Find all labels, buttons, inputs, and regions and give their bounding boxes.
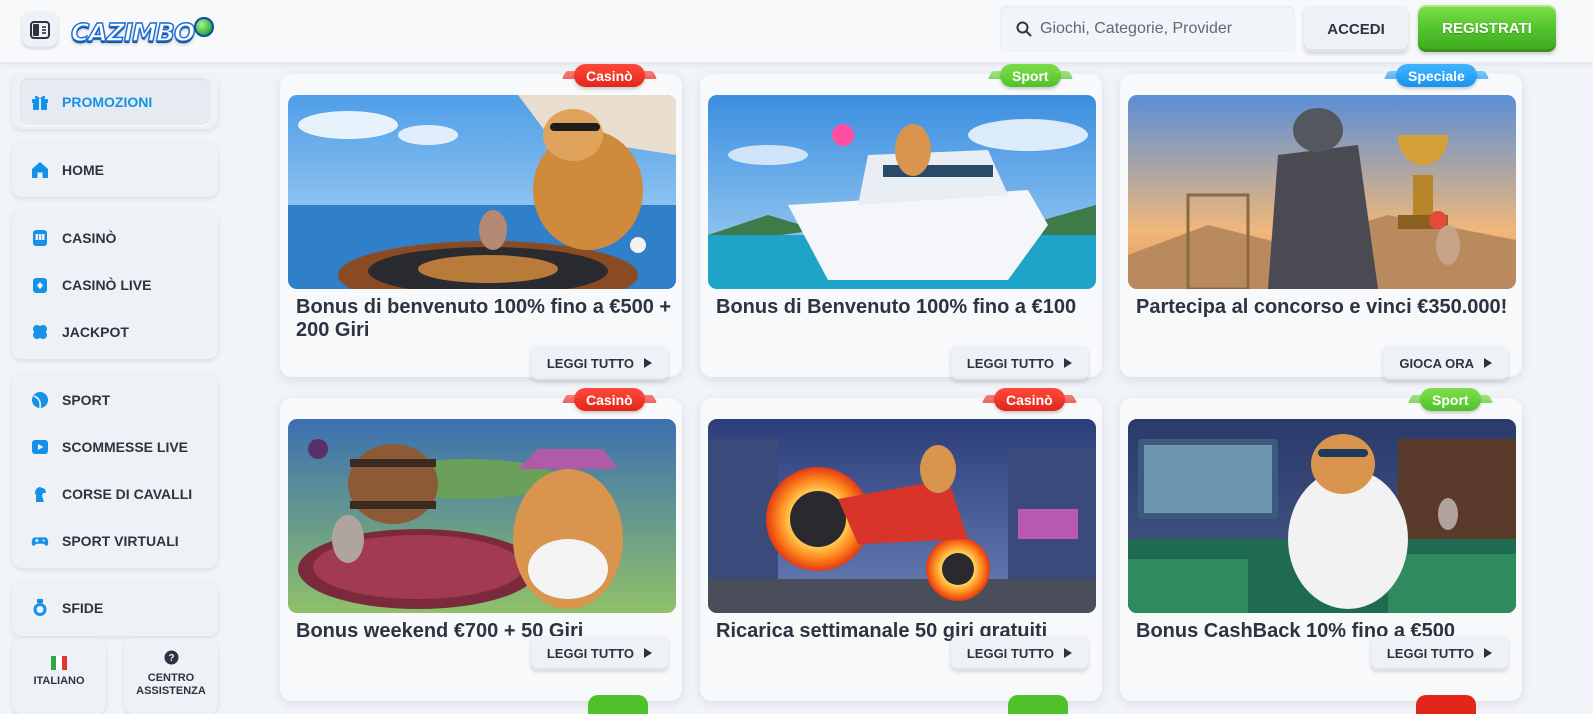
next-row-badge [588,695,648,714]
category-badge: Sport [1000,64,1061,87]
site-logo[interactable]: CAZIMBO [68,13,215,51]
button-label: LEGGI TUTTO [546,355,634,371]
svg-text:?: ? [168,653,174,664]
read-more-button[interactable]: LEGGI TUTTO [950,636,1088,670]
sidebar-group-sfide: SFIDE [12,580,218,636]
sidebar-item-sport[interactable]: SPORT [20,376,210,423]
promo-title: Partecipa al concorso e vinci €350.000! [1136,296,1508,318]
language-selector[interactable]: ITALIANO [12,638,106,714]
sidebar-toggle-icon [30,21,50,39]
search-icon [1016,21,1032,37]
promo-card[interactable]: Casinò Bonus di benvenuto 100% fino a €5… [280,64,682,380]
logo-text: CAZIMBO [68,16,197,49]
sidebar-toggle-button[interactable] [22,12,58,48]
play-arrow-icon [1064,358,1072,368]
button-label: LEGGI TUTTO [966,355,1054,371]
search-bar[interactable] [1000,6,1295,52]
live-casino-icon [30,275,50,295]
logo-ball-icon [194,17,215,37]
promo-image [708,95,1096,289]
sidebar-item-sfide[interactable]: SFIDE [20,584,210,631]
horse-icon [30,484,50,504]
medal-icon [30,598,50,618]
read-more-button[interactable]: LEGGI TUTTO [530,636,668,670]
play-arrow-icon [644,648,652,658]
read-more-button[interactable]: LEGGI TUTTO [950,346,1088,380]
sidebar-item-label: CASINÒ [62,229,117,246]
promo-image [288,419,676,613]
sidebar-group-home: HOME [12,142,218,197]
play-arrow-icon [1064,648,1072,658]
play-arrow-icon [1484,648,1492,658]
next-row-badge [1416,695,1476,714]
promo-image [708,419,1096,613]
sidebar-item-scommesse-live[interactable]: SCOMMESSE LIVE [20,423,210,470]
sidebar-item-label: SPORT VIRTUALI [62,532,179,549]
play-icon [30,437,50,457]
category-badge: Sport [1420,388,1481,411]
sidebar-item-label: SPORT [62,391,111,408]
promo-card[interactable]: Casinò Ricarica settimanale 50 giri grat… [700,388,1102,701]
sidebar-item-label: SFIDE [62,599,104,616]
promo-image [288,95,676,289]
ball-icon [30,390,50,410]
sidebar-item-jackpot[interactable]: JACKPOT [20,308,210,355]
sidebar: PROMOZIONI HOME CASINÒ CASINÒ LIVE JACKP… [0,62,230,714]
sidebar-group-promotions: PROMOZIONI [12,74,218,129]
promo-image [1128,95,1516,289]
play-arrow-icon [1484,358,1492,368]
sidebar-item-casino[interactable]: CASINÒ [20,214,210,261]
gift-icon [30,92,50,112]
sidebar-item-promozioni[interactable]: PROMOZIONI [20,78,210,125]
button-label: GIOCA ORA [1399,355,1474,371]
read-more-button[interactable]: LEGGI TUTTO [1370,636,1508,670]
play-now-button[interactable]: GIOCA ORA [1383,346,1508,380]
help-center-button[interactable]: ? CENTRO ASSISTENZA [124,638,218,714]
category-badge: Casinò [574,388,645,411]
promo-image [1128,419,1516,613]
sidebar-item-label: HOME [62,161,104,178]
sidebar-item-corse-di-cavalli[interactable]: CORSE DI CAVALLI [20,470,210,517]
help-label-line-1: CENTRO [147,672,195,684]
slot-machine-icon [30,228,50,248]
category-badge: Casinò [994,388,1065,411]
help-label-line-2: ASSISTENZA [136,685,206,697]
sidebar-item-sport-virtuali[interactable]: SPORT VIRTUALI [20,517,210,564]
promo-card[interactable]: Casinò Bonus weekend €700 + 50 Giri LEGG… [280,388,682,701]
home-icon [30,160,50,180]
promo-card[interactable]: Speciale Partecipa al concorso e vinci €… [1120,64,1522,380]
sidebar-item-label: CASINÒ LIVE [62,276,152,293]
category-badge: Speciale [1396,64,1477,87]
sidebar-item-label: SCOMMESSE LIVE [62,438,189,455]
next-row-badge [1008,695,1068,714]
button-label: LEGGI TUTTO [546,645,634,661]
sidebar-item-label: PROMOZIONI [62,93,153,110]
search-input[interactable] [1040,20,1280,38]
sidebar-item-home[interactable]: HOME [20,146,210,193]
play-arrow-icon [644,358,652,368]
top-header: CAZIMBO ACCEDI REGISTRATI [0,0,1593,62]
promo-card[interactable]: Sport Bonus CashBack 10% fino a €500 LEG… [1120,388,1522,701]
clover-icon [30,322,50,342]
category-badge: Casinò [574,64,645,87]
sidebar-item-label: JACKPOT [62,323,129,340]
login-button[interactable]: ACCEDI [1304,6,1408,52]
register-button[interactable]: REGISTRATI [1418,5,1556,52]
button-label: LEGGI TUTTO [966,645,1054,661]
sidebar-item-label: CORSE DI CAVALLI [62,485,193,502]
promo-card[interactable]: Sport Bonus di Benvenuto 100% fino a €10… [700,64,1102,380]
promotions-grid: Casinò Bonus di benvenuto 100% fino a €5… [280,62,1593,714]
gamepad-icon [30,531,50,551]
italy-flag-icon [51,656,67,670]
help-icon: ? [164,650,179,669]
button-label: LEGGI TUTTO [1386,645,1474,661]
sidebar-group-casino: CASINÒ CASINÒ LIVE JACKPOT [12,210,218,359]
sidebar-group-sport: SPORT SCOMMESSE LIVE CORSE DI CAVALLI SP… [12,372,218,568]
sidebar-item-casino-live[interactable]: CASINÒ LIVE [20,261,210,308]
language-label: ITALIANO [33,675,85,687]
promo-title: Bonus di Benvenuto 100% fino a €100 [716,296,1077,318]
promo-title: Bonus di benvenuto 100% fino a €500 + 20… [296,296,672,341]
read-more-button[interactable]: LEGGI TUTTO [530,346,668,380]
